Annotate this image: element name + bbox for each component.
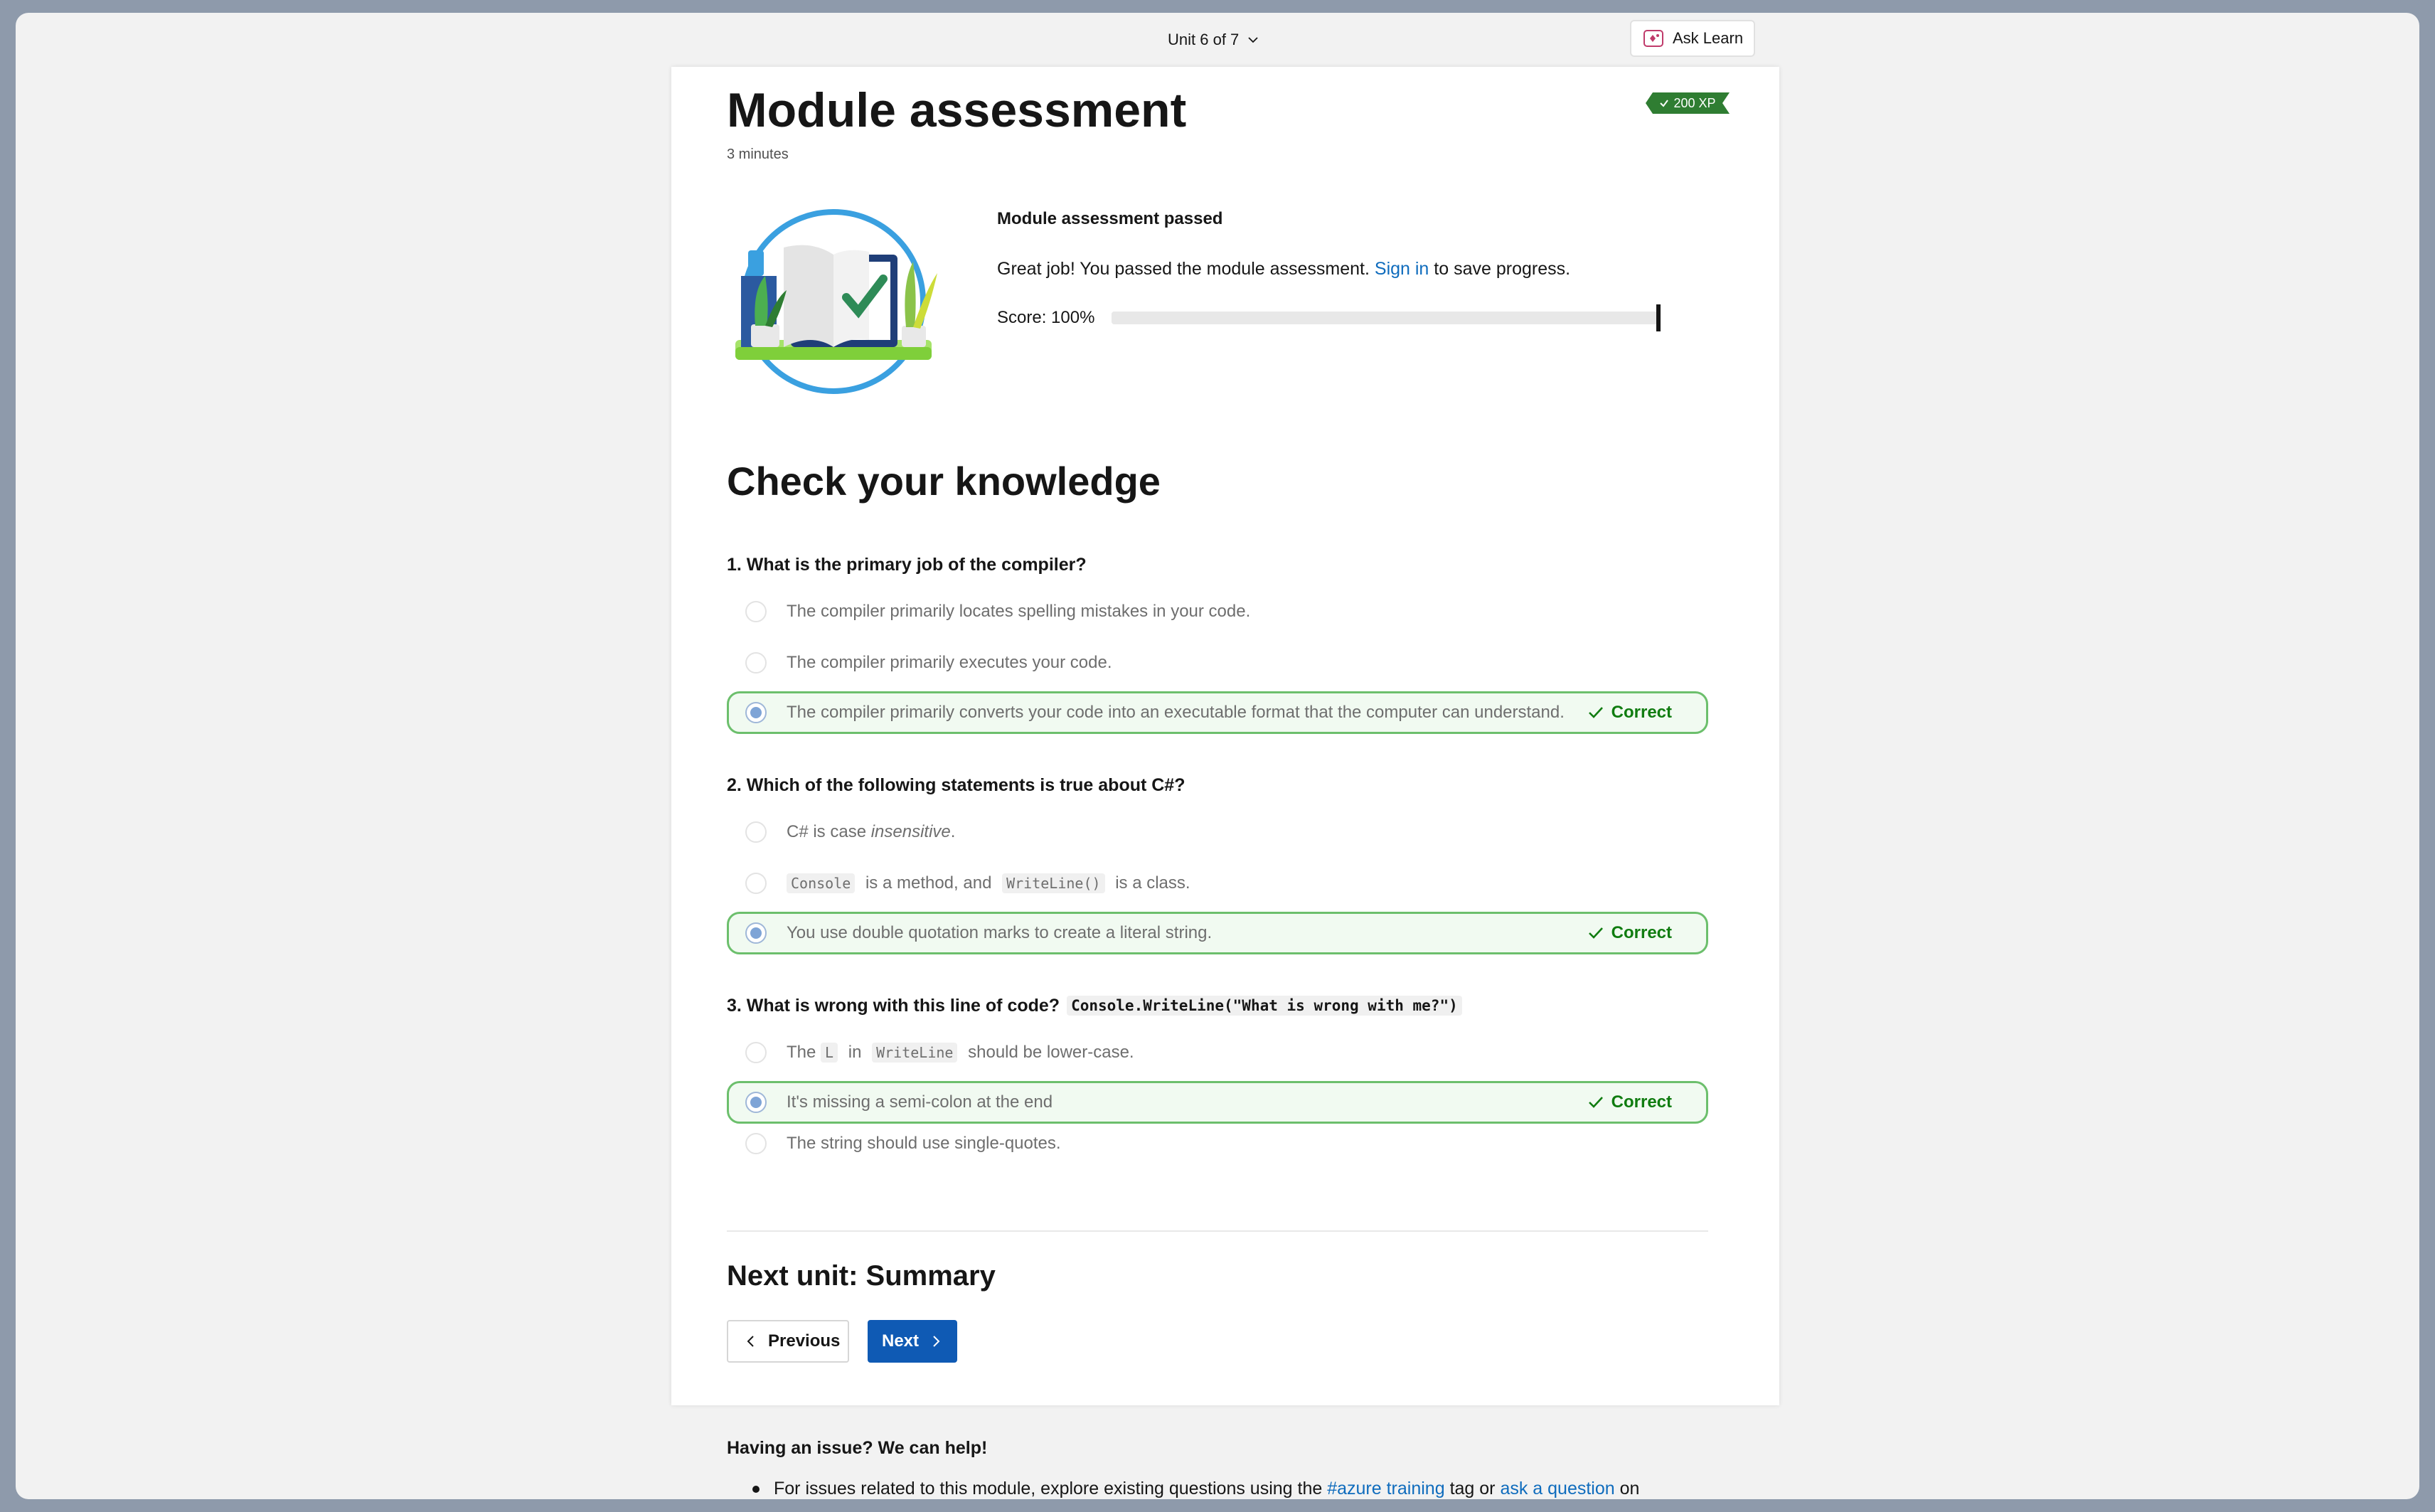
radio-button[interactable] [745, 1042, 767, 1063]
radio-button-selected[interactable] [745, 1092, 767, 1113]
question-3: 3. What is wrong with this line of code?… [727, 991, 1708, 1154]
help-item: For issues related to this module, explo… [727, 1479, 1794, 1499]
next-unit-title: Next unit: Summary [727, 1260, 996, 1292]
xp-badge: 200 XP [1646, 92, 1730, 114]
ask-question-link[interactable]: ask a question [1500, 1479, 1614, 1499]
sign-in-link[interactable]: Sign in [1375, 259, 1429, 279]
correct-indicator: Correct [1582, 1083, 1672, 1122]
check-icon [1659, 98, 1669, 108]
help-title: Having an issue? We can help! [727, 1438, 988, 1458]
score-progress-bar [1112, 304, 1661, 331]
top-bar: Unit 6 of 7 Ask Learn [16, 13, 2419, 67]
help-section: Having an issue? We can help! For issues… [727, 1438, 1794, 1499]
checkmark-icon [1588, 1097, 1603, 1108]
previous-button[interactable]: Previous [727, 1320, 849, 1363]
answer-option[interactable]: The string should use single-quotes. [727, 1122, 1708, 1165]
option-label: You use double quotation marks to create… [787, 923, 1213, 942]
answer-option-selected-correct[interactable]: The compiler primarily converts your cod… [727, 691, 1708, 734]
correct-label: Correct [1611, 703, 1672, 722]
option-label: The string should use single-quotes. [787, 1134, 1061, 1153]
result-block: Module assessment passed Great job! You … [997, 209, 1708, 331]
previous-label: Previous [768, 1331, 841, 1351]
duration: 3 minutes [727, 147, 789, 162]
content-card: 200 XP Module assessment 3 minutes Modul… [671, 67, 1779, 1405]
answer-option-selected-correct[interactable]: You use double quotation marks to create… [727, 912, 1708, 954]
option-label: The compiler primarily executes your cod… [787, 653, 1112, 672]
chevron-right-icon [933, 1336, 940, 1347]
assessment-illustration [735, 209, 937, 394]
divider [727, 1230, 1708, 1232]
answer-option[interactable]: C# is case insensitive. [727, 811, 1708, 853]
next-button[interactable]: Next [868, 1320, 957, 1363]
radio-button[interactable] [745, 601, 767, 622]
correct-indicator: Correct [1582, 914, 1672, 952]
score-progress-fill [1112, 312, 1658, 324]
browser-window: Unit 6 of 7 Ask Learn 200 XP Module asse… [16, 13, 2419, 1499]
question-text: 2. Which of the following statements is … [727, 774, 1185, 795]
chevron-down-icon [1248, 37, 1258, 43]
checkmark-icon [1588, 707, 1603, 718]
azure-training-tag-link[interactable]: #azure training [1327, 1479, 1444, 1499]
radio-button-selected[interactable] [745, 702, 767, 723]
correct-label: Correct [1611, 923, 1672, 942]
result-text: Great job! You passed the module assessm… [997, 259, 1571, 279]
ask-learn-button[interactable]: Ask Learn [1630, 20, 1755, 57]
bullet-icon [752, 1485, 760, 1493]
radio-button[interactable] [745, 873, 767, 894]
answer-option[interactable]: Console is a method, and WriteLine() is … [727, 862, 1708, 905]
unit-selector-label: Unit 6 of 7 [1168, 31, 1240, 48]
question-2: 2. Which of the following statements is … [727, 771, 1708, 954]
chevron-left-icon [747, 1336, 754, 1347]
page-title: Module assessment [727, 83, 1187, 137]
next-label: Next [882, 1331, 920, 1351]
score-label: Score: 100% [997, 308, 1095, 327]
score-row: Score: 100% [997, 304, 1708, 331]
option-label: The compiler primarily converts your cod… [787, 703, 1565, 722]
check-knowledge-title: Check your knowledge [727, 459, 1161, 504]
answer-option[interactable]: The compiler primarily executes your cod… [727, 641, 1708, 684]
question-1: 1. What is the primary job of the compil… [727, 550, 1708, 734]
ask-learn-label: Ask Learn [1673, 29, 1744, 47]
option-label: It's missing a semi-colon at the end [787, 1092, 1053, 1112]
checkmark-icon [1588, 927, 1603, 939]
xp-badge-label: 200 XP [1673, 95, 1716, 110]
answer-option[interactable]: The compiler primarily locates spelling … [727, 590, 1708, 633]
result-title: Module assessment passed [997, 209, 1223, 228]
ask-learn-icon [1643, 30, 1663, 47]
unit-selector[interactable]: Unit 6 of 7 [1168, 26, 1260, 54]
score-progress-marker [1656, 304, 1661, 331]
radio-button[interactable] [745, 1133, 767, 1154]
option-label: The L in WriteLine should be lower-case. [787, 1043, 1134, 1063]
question-text: 3. What is wrong with this line of code?… [727, 991, 1708, 1020]
radio-button[interactable] [745, 821, 767, 843]
option-label: The compiler primarily locates spelling … [787, 602, 1251, 621]
question-code: Console.WriteLine("What is wrong with me… [1067, 996, 1462, 1016]
question-text: 1. What is the primary job of the compil… [727, 554, 1087, 575]
answer-option[interactable]: The L in WriteLine should be lower-case. [727, 1031, 1708, 1074]
option-label: Console is a method, and WriteLine() is … [787, 873, 1190, 893]
radio-button-selected[interactable] [745, 922, 767, 944]
correct-indicator: Correct [1582, 693, 1672, 732]
correct-label: Correct [1611, 1092, 1672, 1112]
answer-option-selected-correct[interactable]: It's missing a semi-colon at the end Cor… [727, 1081, 1708, 1124]
option-label: C# is case insensitive. [787, 822, 956, 841]
radio-button[interactable] [745, 652, 767, 674]
